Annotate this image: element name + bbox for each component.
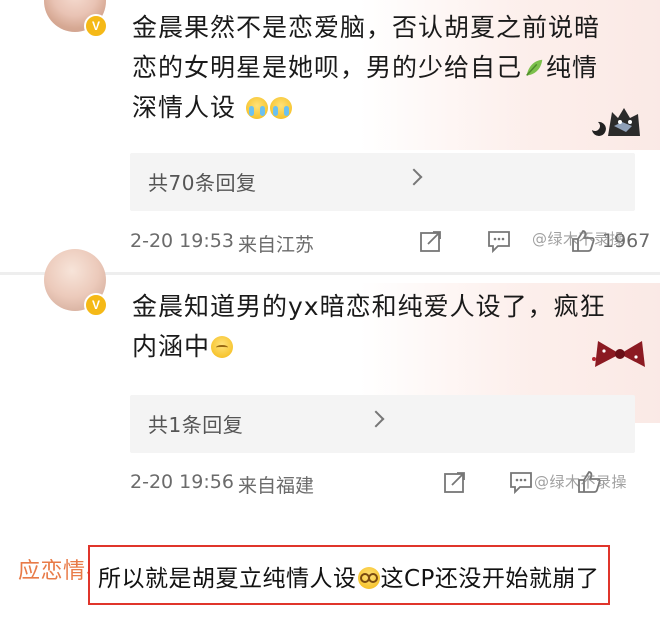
weibo-comments-screenshot: V 金晨果然不是恋爱脑，否认胡夏之前说暗 恋的女明星是她呗，男的少给自己 纯情 深… <box>0 0 660 624</box>
comment-line-part: 恋的女明星是她呗，男的少给自己 <box>132 53 523 82</box>
watermark: @绿木不录操 <box>534 473 628 491</box>
relieved-face-icon <box>211 336 234 358</box>
comment-card: V 金晨果然不是恋爱脑，否认胡夏之前说暗 恋的女明星是她呗，男的少给自己 纯情 深… <box>0 0 660 272</box>
comment-source: 来自江苏 <box>238 234 315 256</box>
comment-source: 来自福建 <box>238 475 315 497</box>
comment-line-part: 纯情 <box>546 53 599 82</box>
cat-sticker-icon <box>592 108 640 136</box>
comment-time: 2-20 19:56 <box>130 471 234 493</box>
comment-line: 内涵中 <box>132 327 632 367</box>
bow-sticker-icon <box>592 341 645 367</box>
caption-text: 所以就是胡夏立纯情人设 这CP还没开始就崩了 <box>98 559 599 593</box>
comment-line: 深情人设 <box>132 88 632 128</box>
share-icon[interactable] <box>442 469 468 495</box>
chevron-right-icon <box>405 168 423 186</box>
comment-line: 金晨知道男的yx暗恋和纯爱人设了，疯狂 <box>132 292 606 321</box>
comment-line-part: 内涵中 <box>132 332 211 361</box>
chevron-right-icon <box>367 410 385 428</box>
replies-count-label: 共70条回复 <box>148 171 257 195</box>
comment-text: 金晨果然不是恋爱脑，否认胡夏之前说暗 恋的女明星是她呗，男的少给自己 纯情 深情人… <box>132 8 632 128</box>
verified-badge-icon: V <box>84 293 108 317</box>
verified-badge-icon: V <box>84 14 108 38</box>
comment-line: 恋的女明星是她呗，男的少给自己 纯情 <box>132 48 632 88</box>
caption-text-part: 这CP还没开始就崩了 <box>380 566 600 592</box>
watermark: @绿木不录操 <box>532 230 626 248</box>
comment-time: 2-20 19:53 <box>130 230 234 252</box>
caption-highlight-box: 所以就是胡夏立纯情人设 这CP还没开始就崩了 <box>88 545 610 605</box>
replies-count-label: 共1条回复 <box>148 413 244 437</box>
comment-line: 金晨果然不是恋爱脑，否认胡夏之前说暗 <box>132 13 601 42</box>
comment-icon[interactable] <box>486 228 512 254</box>
share-icon[interactable] <box>418 228 444 254</box>
crying-face-icon <box>269 97 292 119</box>
comment-text: 金晨知道男的yx暗恋和纯爱人设了，疯狂 内涵中 <box>132 287 632 367</box>
replies-button[interactable]: 共1条回复 <box>130 395 635 453</box>
caption-text-part: 所以就是胡夏立纯情人设 <box>98 566 357 592</box>
dizzy-face-icon <box>357 567 380 589</box>
comment-card: V 金晨知道男的yx暗恋和纯爱人设了，疯狂 内涵中 共1条回复 2-20 19:… <box>0 249 660 507</box>
leaf-icon <box>526 59 543 76</box>
caption-area: 应恋情# 所以就是胡夏立纯情人设 这CP还没开始就崩了 <box>0 507 660 624</box>
replies-button[interactable]: 共70条回复 <box>130 153 635 211</box>
crying-face-icon <box>245 97 268 119</box>
comment-line-part: 深情人设 <box>132 93 237 122</box>
comment-icon[interactable] <box>508 469 534 495</box>
